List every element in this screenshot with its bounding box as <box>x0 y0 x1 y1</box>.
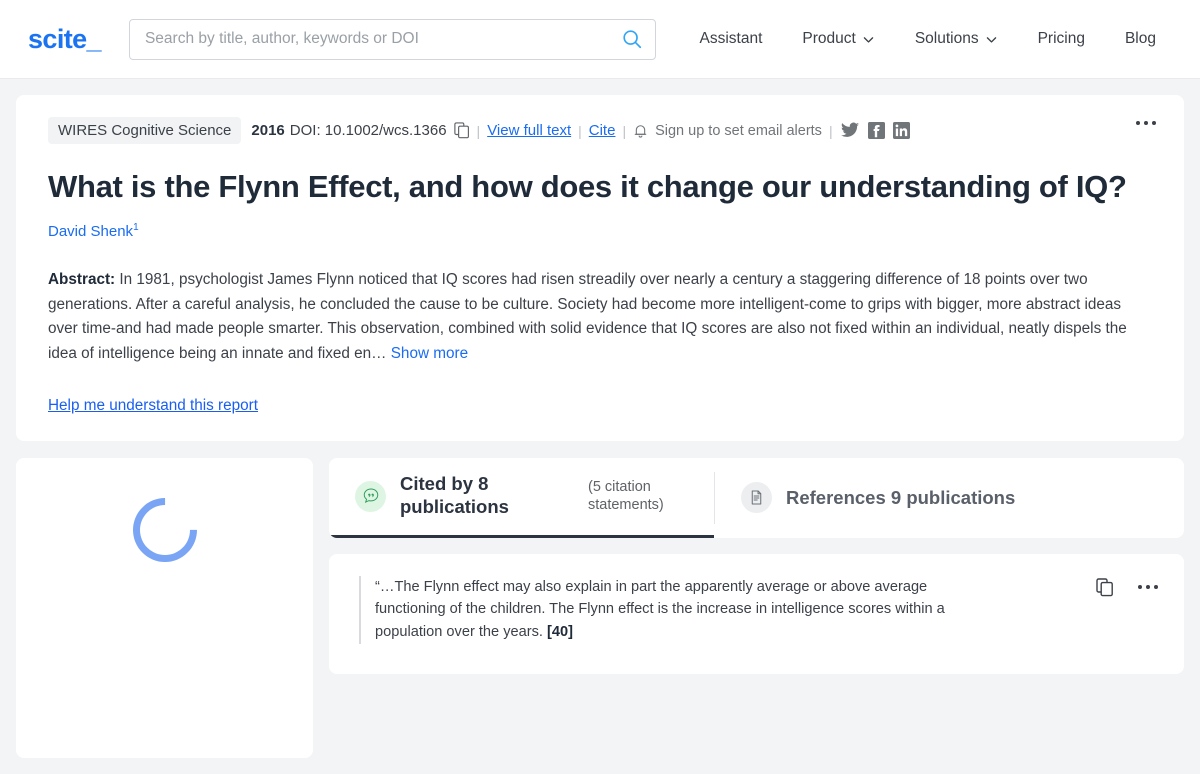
lower-section: Cited by 8 publications (5 citation stat… <box>16 457 1184 758</box>
dot <box>1152 121 1156 125</box>
citation-statement-card: “…The Flynn effect may also explain in p… <box>329 553 1184 674</box>
copy-icon <box>1096 578 1113 597</box>
facebook-icon <box>867 122 885 139</box>
statement-more-menu-button[interactable] <box>1138 585 1158 590</box>
copy-doi-button[interactable] <box>453 122 470 139</box>
author-affiliation: 1 <box>133 221 139 233</box>
dot <box>1144 121 1148 125</box>
search-container <box>128 18 656 60</box>
separator: | <box>578 122 582 139</box>
cite-link[interactable]: Cite <box>589 122 616 139</box>
email-alerts-button[interactable]: Sign up to set email alerts <box>633 123 822 139</box>
nav-item-product[interactable]: Product <box>782 22 894 56</box>
linkedin-icon <box>892 122 910 139</box>
tab-cited-by-sublabel: (5 citation statements) <box>588 479 664 514</box>
dot <box>1154 585 1158 590</box>
tab-cited-by[interactable]: Cited by 8 publications (5 citation stat… <box>329 458 714 538</box>
document-icon <box>741 482 772 514</box>
paper-card: WIRES Cognitive Science 2016 DOI: 10.100… <box>16 95 1184 441</box>
nav-item-blog[interactable]: Blog <box>1105 22 1176 56</box>
author-name: David Shenk <box>48 222 134 240</box>
nav-label: Blog <box>1124 30 1156 47</box>
author-link[interactable]: David Shenk1 <box>48 221 139 240</box>
quote-bubble-icon <box>355 480 386 512</box>
nav-label: Assistant <box>699 30 763 47</box>
paper-more-menu-button[interactable] <box>1136 121 1156 125</box>
journal-badge[interactable]: WIRES Cognitive Science <box>48 117 242 144</box>
quote-bubble-glyph <box>363 488 378 504</box>
bell-icon <box>634 124 647 138</box>
separator: | <box>828 122 833 139</box>
page-title: What is the Flynn Effect, and how does i… <box>48 169 1127 204</box>
separator: | <box>476 122 481 139</box>
paper-meta-row: WIRES Cognitive Science 2016 DOI: 10.100… <box>48 117 1152 144</box>
statement-actions <box>1096 578 1158 597</box>
twitter-share-button[interactable] <box>840 122 860 140</box>
chevron-down-icon <box>986 36 996 43</box>
linkedin-share-button[interactable] <box>892 122 910 139</box>
abstract-text: In 1981, psychologist James Flynn notice… <box>48 270 1127 363</box>
nav-label: Product <box>802 30 856 47</box>
nav-item-assistant[interactable]: Assistant <box>680 22 783 56</box>
nav-item-solutions[interactable]: Solutions <box>895 22 1018 56</box>
site-header: scite_ Assistant Product Solutions Pr <box>0 0 1200 79</box>
help-understand-report-link[interactable]: Help me understand this report <box>48 397 258 415</box>
loading-spinner-icon <box>119 484 210 576</box>
nav-label: Solutions <box>914 30 979 47</box>
citation-chart-panel <box>16 457 313 758</box>
publication-year: 2016 <box>251 122 285 139</box>
nav-label: Pricing <box>1037 30 1085 47</box>
search-icon <box>622 30 641 49</box>
citations-column: Cited by 8 publications (5 citation stat… <box>329 457 1184 674</box>
view-full-text-link[interactable]: View full text <box>487 122 571 139</box>
citation-statement-text: “…The Flynn effect may also explain in p… <box>359 575 999 644</box>
tab-references-label: References 9 publications <box>786 486 1016 508</box>
main-nav: Assistant Product Solutions Pricing Blog <box>680 22 1177 56</box>
tab-references[interactable]: References 9 publications <box>715 458 1041 538</box>
chevron-down-icon <box>863 36 874 43</box>
scite-logo[interactable]: scite_ <box>28 24 102 55</box>
nav-item-pricing[interactable]: Pricing <box>1018 22 1105 56</box>
page-body: WIRES Cognitive Science 2016 DOI: 10.100… <box>0 79 1200 774</box>
abstract-label: Abstract: <box>48 270 116 288</box>
dot <box>1138 585 1142 590</box>
search-button[interactable] <box>618 25 646 53</box>
copy-icon <box>453 122 469 139</box>
tab-cited-by-label: Cited by 8 publications <box>400 473 509 518</box>
statement-reference-tag: [40] <box>547 624 573 641</box>
doi-text: DOI: 10.1002/wcs.1366 <box>289 122 447 139</box>
social-share-group <box>840 122 910 140</box>
abstract: Abstract: In 1981, psychologist James Fl… <box>48 268 1146 367</box>
separator: | <box>622 122 627 139</box>
email-alerts-label: Sign up to set email alerts <box>655 122 822 139</box>
show-more-button[interactable]: Show more <box>391 345 468 362</box>
search-input[interactable] <box>128 18 656 60</box>
dot <box>1146 585 1150 590</box>
statement-body: “…The Flynn effect may also explain in p… <box>375 578 945 641</box>
author-list: David Shenk1 <box>48 222 1152 240</box>
citation-tabs: Cited by 8 publications (5 citation stat… <box>329 457 1184 538</box>
document-glyph <box>751 490 762 505</box>
facebook-share-button[interactable] <box>867 122 885 139</box>
copy-statement-button[interactable] <box>1096 578 1114 597</box>
dot <box>1136 121 1140 125</box>
twitter-icon <box>840 122 859 137</box>
